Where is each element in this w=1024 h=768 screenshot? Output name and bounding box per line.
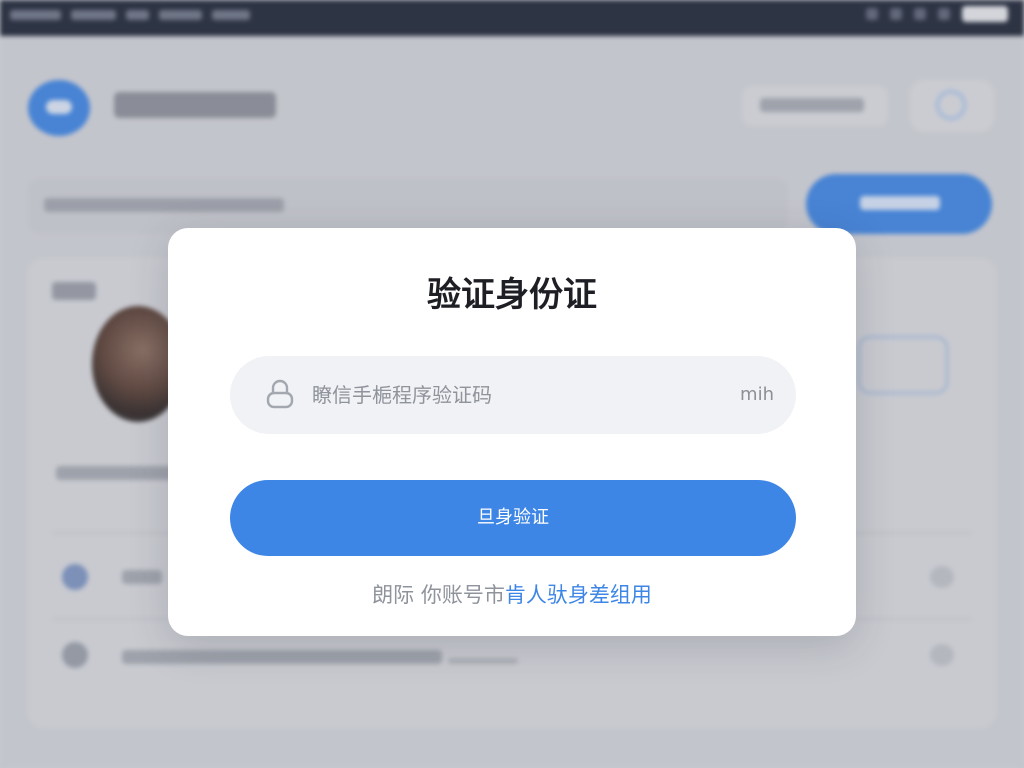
verification-code-input[interactable]	[312, 376, 702, 414]
footer-text: 朗际 你账号市	[372, 583, 505, 607]
footer-link[interactable]: 肯人驮身差组用	[505, 583, 652, 607]
dialog-title: 验证身份证	[427, 275, 597, 315]
lock-icon	[262, 376, 298, 412]
verify-button[interactable]: 旦身验证	[230, 480, 796, 556]
app-screen: 验证身份证 mih 旦身验证 朗际 你账号市肯人驮身差组用	[0, 0, 1024, 768]
input-suffix-label[interactable]: mih	[704, 384, 774, 406]
dialog-footer: 朗际 你账号市肯人驮身差组用	[0, 580, 1024, 610]
